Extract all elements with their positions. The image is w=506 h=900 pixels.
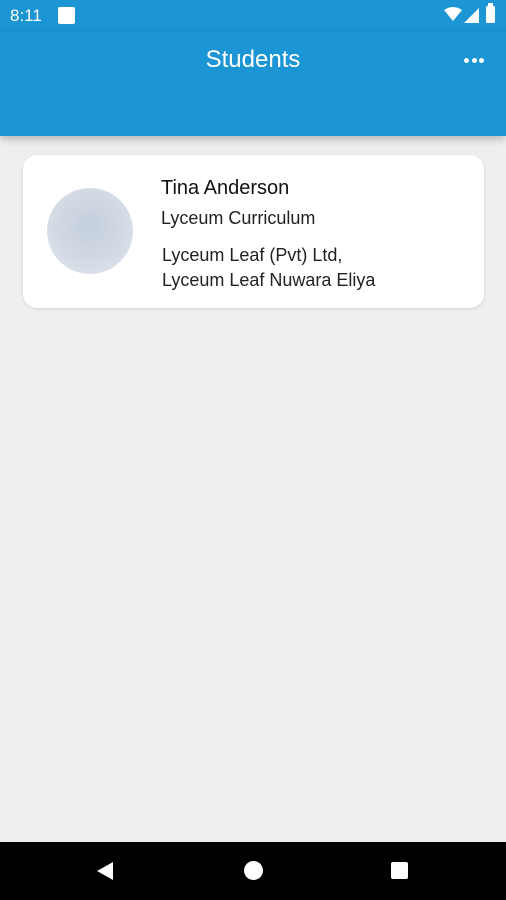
app-bar: Students (0, 32, 506, 136)
status-bar: 8:11 (0, 0, 506, 32)
page-title: Students (205, 46, 301, 73)
recents-icon[interactable] (391, 862, 408, 879)
student-school: Lyceum Leaf (Pvt) Ltd, Lyceum Leaf Nuwar… (162, 243, 375, 293)
school-line-2: Lyceum Leaf Nuwara Eliya (162, 270, 376, 290)
system-nav-bar (0, 842, 506, 900)
school-line-1: Lyceum Leaf (Pvt) Ltd, (162, 245, 343, 265)
wifi-icon (444, 7, 462, 21)
more-horiz-icon[interactable] (464, 58, 484, 64)
home-icon[interactable] (244, 861, 263, 880)
signal-icon (464, 8, 479, 23)
notification-square-icon (58, 7, 75, 24)
student-card[interactable]: Tina Anderson Lyceum Curriculum Lyceum L… (23, 155, 484, 308)
status-time: 8:11 (10, 6, 42, 25)
student-name: Tina Anderson (161, 177, 290, 199)
student-curriculum: Lyceum Curriculum (161, 208, 316, 228)
avatar (47, 188, 133, 274)
back-icon[interactable] (96, 861, 114, 881)
battery-icon (486, 3, 495, 23)
